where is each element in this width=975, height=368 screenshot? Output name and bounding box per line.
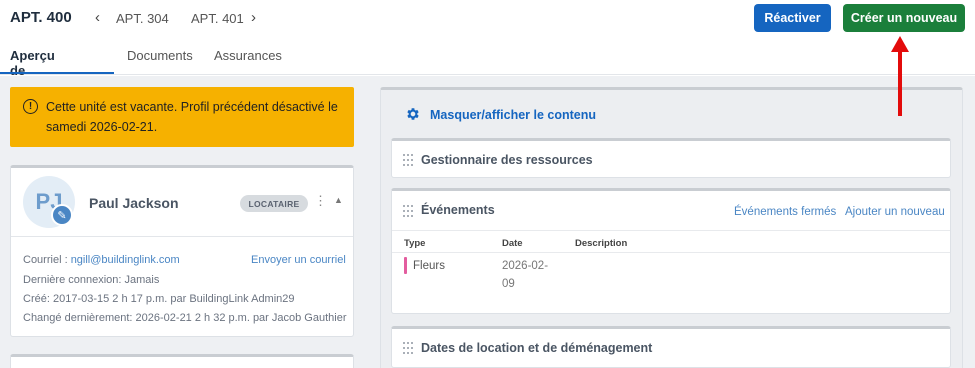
send-email-link[interactable]: Envoyer un courriel xyxy=(251,254,346,266)
chevron-left-icon[interactable]: ‹ xyxy=(95,9,100,26)
exclamation-circle-icon: ! xyxy=(23,99,38,114)
content-area: ! Cette unité est vacante. Profil précéd… xyxy=(0,76,975,368)
reactivate-button[interactable]: Réactiver xyxy=(754,4,831,32)
event-color-marker xyxy=(404,257,407,274)
column-header-date: Date xyxy=(502,238,523,249)
more-options-icon[interactable]: ⋮ xyxy=(314,193,327,209)
role-badge: LOCATAIRE xyxy=(240,195,308,212)
prev-unit-link[interactable]: APT. 304 xyxy=(116,11,169,26)
rental-dates-section: Dates de location et de déménagement xyxy=(391,326,951,368)
chevron-right-icon[interactable]: › xyxy=(251,9,256,26)
pencil-icon[interactable]: ✎ xyxy=(51,204,73,226)
next-contact-card xyxy=(10,354,354,368)
divider xyxy=(392,230,950,231)
created-value: 2017-03-15 2 h 17 p.m. par BuildingLink … xyxy=(52,293,295,305)
column-header-type: Type xyxy=(404,238,426,249)
event-type[interactable]: Fleurs xyxy=(413,260,445,272)
events-section: Événements Événements fermés Ajouter un … xyxy=(391,188,951,314)
annotation-arrow-icon xyxy=(891,36,909,116)
create-new-button[interactable]: Créer un nouveau xyxy=(843,4,965,32)
email-label: Courriel : xyxy=(23,254,68,266)
created-line: Créé: 2017-03-15 2 h 17 p.m. par Buildin… xyxy=(23,293,295,305)
drag-handle-icon[interactable] xyxy=(403,205,413,217)
divider xyxy=(392,252,950,253)
vacancy-alert: ! Cette unité est vacante. Profil précéd… xyxy=(10,87,354,147)
modified-label: Changé dernièrement: xyxy=(23,312,133,324)
tab-documents[interactable]: Documents xyxy=(127,48,193,75)
closed-events-link[interactable]: Événements fermés xyxy=(734,206,836,218)
gear-icon[interactable] xyxy=(405,106,421,122)
drag-handle-icon[interactable] xyxy=(403,154,413,166)
created-label: Créé: xyxy=(23,293,50,305)
divider xyxy=(11,236,353,237)
email-line: Courriel : ngill@buildinglink.com xyxy=(23,254,180,266)
resources-section: Gestionnaire des ressources xyxy=(391,138,951,178)
modified-line: Changé dernièrement: 2026-02-21 2 h 32 p… xyxy=(23,312,347,324)
modified-value: 2026-02-21 2 h 32 p.m. par Jacob Gauthie… xyxy=(135,312,347,324)
column-header-description: Description xyxy=(575,238,628,249)
unit-title: APT. 400 xyxy=(10,9,72,26)
caret-up-icon[interactable]: ▲ xyxy=(334,195,343,205)
events-title: Événements xyxy=(421,203,495,217)
email-link[interactable]: ngill@buildinglink.com xyxy=(71,254,180,266)
last-login-value: Jamais xyxy=(124,274,160,286)
rental-dates-title: Dates de location et de déménagement xyxy=(421,341,653,355)
last-login-label: Dernière connexion: xyxy=(23,274,122,286)
top-bar: APT. 400 ‹ APT. 304 APT. 401 › Réactiver… xyxy=(0,0,975,93)
add-event-link[interactable]: Ajouter un nouveau xyxy=(845,206,945,218)
next-unit-link[interactable]: APT. 401 xyxy=(191,11,244,26)
last-login-line: Dernière connexion: Jamais xyxy=(23,274,159,286)
active-tab-indicator xyxy=(0,72,114,74)
tab-insurance[interactable]: Assurances xyxy=(214,48,282,75)
contact-card: PJ ✎ Paul Jackson LOCATAIRE ⋮ ▲ Courriel… xyxy=(10,165,354,337)
toggle-content-link[interactable]: Masquer/afficher le contenu xyxy=(430,108,596,122)
alert-text: Cette unité est vacante. Profil précéden… xyxy=(46,100,338,134)
drag-handle-icon[interactable] xyxy=(403,342,413,354)
tab-unit-overview[interactable]: Aperçu de l'unité xyxy=(10,48,55,93)
resources-title: Gestionnaire des ressources xyxy=(421,153,593,167)
event-date: 2026-02-09 xyxy=(502,260,549,290)
contact-name[interactable]: Paul Jackson xyxy=(89,195,179,211)
